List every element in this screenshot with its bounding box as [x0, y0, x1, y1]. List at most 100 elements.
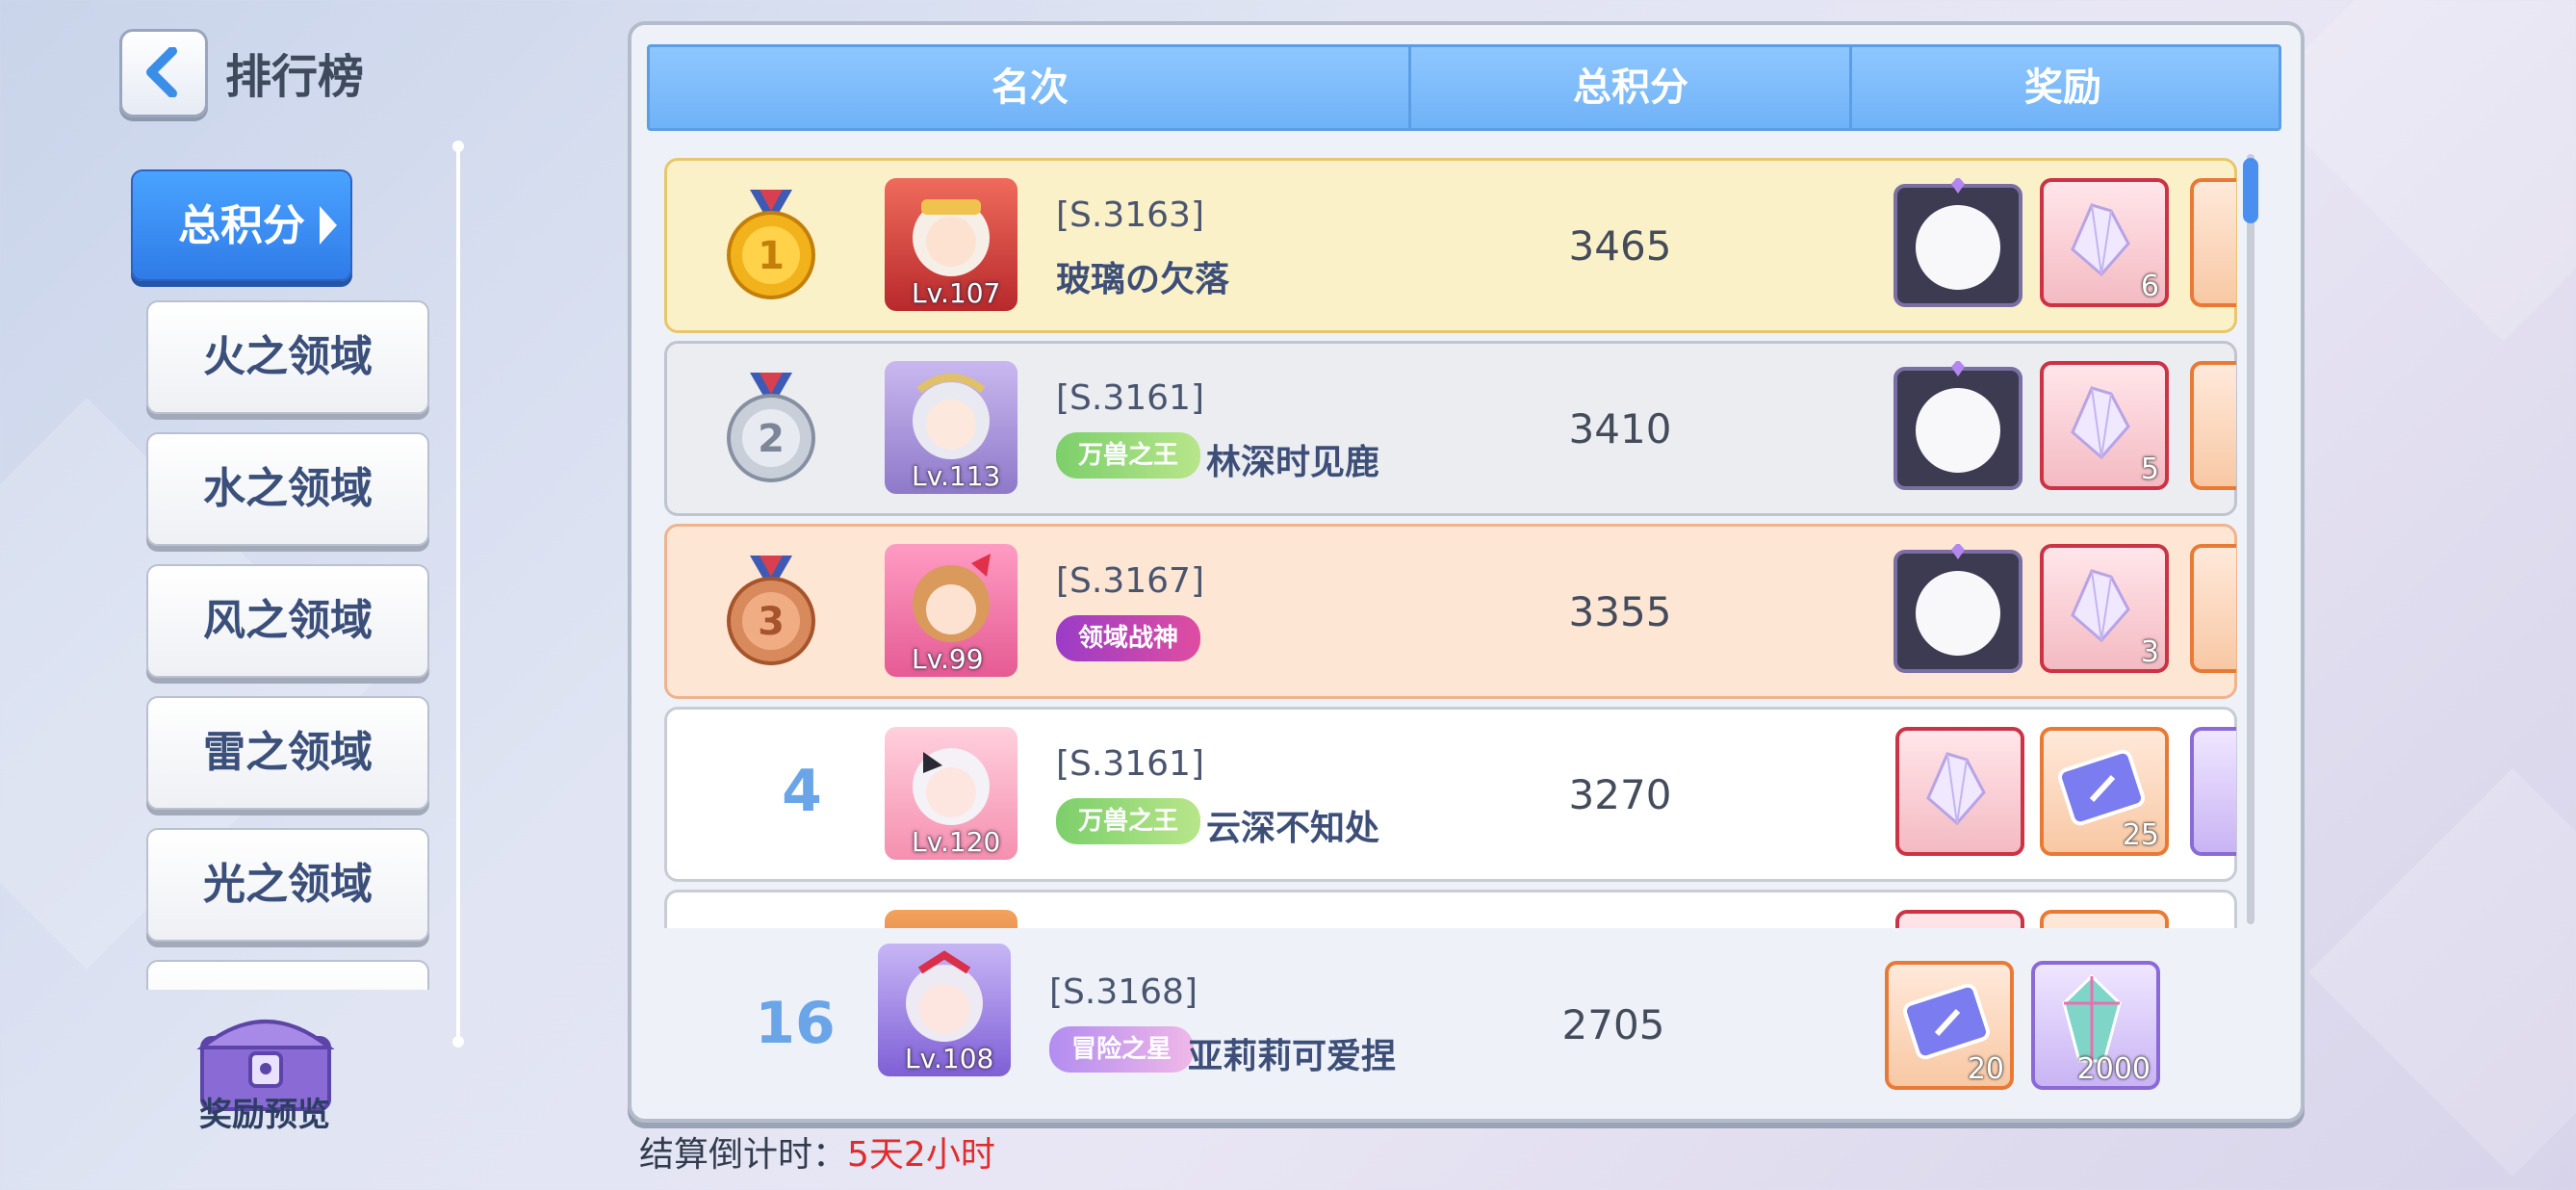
reward-quantity: 3 — [2140, 635, 2159, 669]
reward-item-partial[interactable] — [1895, 910, 2024, 928]
frame-icon[interactable] — [1890, 178, 2022, 307]
table-row[interactable]: 3 Lv.99 [S.3167] 领域战神 3355 3 — [664, 524, 2237, 699]
nav-scroll-bottom-dot — [452, 1036, 464, 1048]
player-level: Lv.113 — [912, 460, 1001, 492]
reward-preview-label: 奖励预览 — [199, 1096, 330, 1134]
bronze-medal-icon: 3 — [727, 556, 815, 665]
column-header-score: 总积分 — [1573, 65, 1688, 110]
nav-scroll-top-dot — [452, 141, 464, 152]
title-badge: 领域战神 — [1056, 615, 1200, 661]
reward-item-partial[interactable] — [2190, 544, 2236, 673]
gold-medal-icon: 1 — [727, 190, 815, 299]
table-row[interactable]: 1 Lv.107 [S.3163] 玻璃の欠落 3465 6 — [664, 158, 2237, 333]
crystal-icon[interactable]: 6 — [2040, 178, 2169, 307]
svg-text:1: 1 — [758, 234, 785, 278]
reward-quantity: 5 — [2140, 453, 2159, 486]
player-level: Lv.108 — [905, 1043, 994, 1074]
nav-item-light-domain[interactable]: 光之领域 — [146, 828, 429, 942]
score-value: 3465 — [1568, 222, 1672, 270]
rank-number: 4 — [782, 758, 822, 825]
player-level: Lv.99 — [912, 643, 984, 675]
reward-item-partial[interactable] — [2190, 361, 2236, 490]
back-button[interactable] — [119, 29, 208, 117]
title-badge: 万兽之王 — [1056, 432, 1200, 479]
reward-list[interactable]: 25 — [1890, 727, 2236, 862]
table-header: 名次 总积分 奖励 — [647, 44, 2281, 131]
nav-item-partial[interactable] — [146, 960, 429, 990]
crystal-icon[interactable]: 3 — [2040, 544, 2169, 673]
reward-item-partial[interactable] — [2040, 910, 2169, 928]
player-level: Lv.107 — [912, 277, 1001, 309]
column-header-rank: 名次 — [992, 65, 1069, 110]
reward-quantity: 25 — [2122, 818, 2159, 852]
nav-item-total-score[interactable]: 总积分 — [131, 169, 352, 281]
frame-icon[interactable] — [1890, 544, 2022, 673]
table-row[interactable] — [664, 890, 2237, 928]
reward-list[interactable]: 6 — [1890, 178, 2236, 313]
avatar[interactable]: Lv.108 — [878, 944, 1011, 1076]
reward-list[interactable]: 3 — [1890, 544, 2236, 679]
table-row[interactable]: 2 Lv.113 [S.3161] 万兽之王 林深时见鹿 3410 5 — [664, 341, 2237, 516]
score-value: 3410 — [1568, 405, 1672, 453]
reward-quantity: 6 — [2140, 270, 2159, 303]
rank-number: 16 — [755, 990, 836, 1057]
server-id: [S.3168] — [1049, 972, 1198, 1012]
svg-text:3: 3 — [758, 600, 785, 644]
crystal-icon[interactable] — [1895, 727, 2024, 856]
title-badge: 冒险之星 — [1049, 1026, 1194, 1073]
player-name: 亚莉莉可爱捏 — [1188, 1037, 1397, 1076]
chevron-left-icon — [146, 47, 177, 97]
page-title: 排行榜 — [225, 50, 365, 104]
nav-item-water-domain[interactable]: 水之领域 — [146, 432, 429, 546]
my-rank-row[interactable]: 16 Lv.108 [S.3168] 冒险之星 亚莉莉可爱捏 2705 20 2… — [660, 940, 2239, 1109]
arrow-right-icon — [320, 206, 337, 245]
server-id: [S.3167] — [1056, 561, 1205, 601]
reward-list[interactable] — [1890, 910, 2236, 928]
countdown-value: 5天2小时 — [847, 1135, 995, 1175]
settlement-countdown: 结算倒计时：5天2小时 — [639, 1126, 995, 1177]
avatar[interactable] — [885, 910, 1018, 928]
player-level: Lv.120 — [912, 826, 1001, 858]
player-name: 云深不知处 — [1206, 809, 1380, 848]
reward-quantity: 20 — [1967, 1052, 2004, 1086]
ranking-list[interactable]: 1 Lv.107 [S.3163] 玻璃の欠落 3465 6 2 Lv.113 … — [660, 154, 2239, 928]
player-name: 玻璃の欠落 — [1056, 260, 1230, 299]
silver-medal-icon: 2 — [727, 373, 815, 482]
table-row[interactable]: 4 Lv.120 [S.3161] 万兽之王 云深不知处 3270 25 — [664, 707, 2237, 882]
nav-item-wind-domain[interactable]: 风之领域 — [146, 564, 429, 678]
avatar[interactable]: Lv.120 — [885, 727, 1018, 860]
server-id: [S.3161] — [1056, 744, 1205, 784]
list-scrollbar-thumb[interactable] — [2243, 158, 2258, 223]
nav-item-label: 总积分 — [178, 201, 305, 250]
score-value: 3270 — [1568, 771, 1672, 818]
ticket-icon[interactable]: 25 — [2040, 727, 2169, 856]
svg-text:2: 2 — [758, 417, 785, 461]
crystal-icon[interactable]: 5 — [2040, 361, 2169, 490]
avatar[interactable]: Lv.107 — [885, 178, 1018, 311]
player-name: 林深时见鹿 — [1206, 443, 1380, 482]
background-shape — [2307, 767, 2576, 1177]
reward-item-partial[interactable] — [2190, 727, 2236, 856]
gem-icon[interactable]: 2000 — [2031, 961, 2160, 1090]
list-scrollbar-track[interactable] — [2247, 154, 2254, 924]
reward-item-partial[interactable] — [2190, 178, 2236, 307]
avatar[interactable]: Lv.113 — [885, 361, 1018, 494]
category-nav: 总积分 火之领域 水之领域 风之领域 雷之领域 光之领域 — [125, 164, 443, 990]
nav-scroll-track[interactable] — [456, 144, 460, 1042]
score-value: 2705 — [1561, 1001, 1665, 1048]
reward-list[interactable]: 5 — [1890, 361, 2236, 496]
nav-item-fire-domain[interactable]: 火之领域 — [146, 300, 429, 414]
title-badge: 万兽之王 — [1056, 798, 1200, 844]
ticket-icon[interactable]: 20 — [1885, 961, 2014, 1090]
score-value: 3355 — [1568, 588, 1672, 635]
server-id: [S.3161] — [1056, 378, 1205, 418]
avatar[interactable]: Lv.99 — [885, 544, 1018, 677]
reward-list[interactable]: 20 2000 — [1883, 961, 2229, 1096]
frame-icon[interactable] — [1890, 361, 2022, 490]
column-header-reward: 奖励 — [2024, 65, 2101, 110]
reward-quantity: 2000 — [2076, 1052, 2151, 1086]
nav-item-thunder-domain[interactable]: 雷之领域 — [146, 696, 429, 810]
background-shape — [2257, 0, 2576, 342]
server-id: [S.3163] — [1056, 195, 1205, 235]
countdown-label: 结算倒计时： — [639, 1135, 848, 1175]
